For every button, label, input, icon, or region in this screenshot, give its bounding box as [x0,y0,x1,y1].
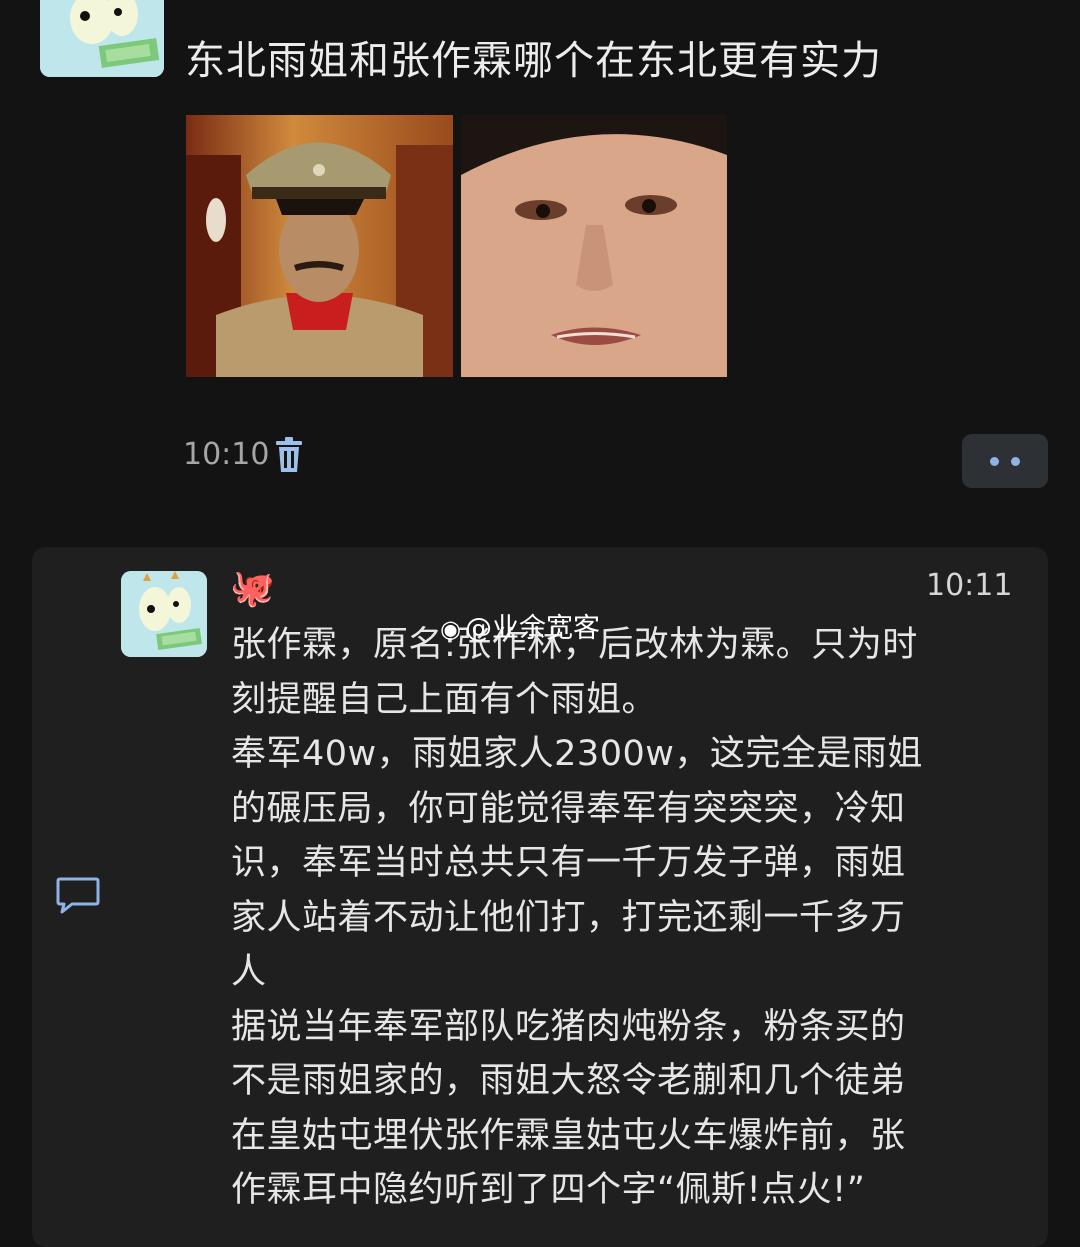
reply-line: 作霖耳中隐约听到了四个字“佩斯!点火!” [231,1170,866,1210]
reply-line: 张作霖，原名:张作林，后改林为霖。只为时 [231,625,918,665]
watermark: ◉ @业余宽客 [440,606,600,645]
reply-emoji: 🐙 [230,568,275,609]
post-avatar[interactable] [40,0,164,77]
reply-timestamp: 10:11 [926,568,1013,603]
post-image-general[interactable] [186,115,453,377]
reply-line: 奉军40w，雨姐家人2300w，这完全是雨姐 [231,734,923,774]
reply-avatar[interactable] [121,571,207,657]
reply-line: 刻提醒自己上面有个雨姐。 [231,679,658,720]
post-title: 东北雨姐和张作霖哪个在东北更有实力 [185,38,882,84]
reply-line: 识，奉军当时总共只有一千万发子弹，雨姐 [231,843,906,883]
reply-line: 在皇姑屯埋伏张作霖皇姑屯火车爆炸前，张 [231,1115,906,1156]
more-dot [1011,457,1020,466]
more-button[interactable] [962,434,1048,488]
weibo-icon: ◉ [440,615,461,643]
reply-line: 人 [231,952,267,992]
cartoon-avatar-icon [40,0,164,77]
comment-icon[interactable] [56,876,100,914]
cartoon-avatar-icon [121,571,207,657]
trash-icon[interactable] [275,437,303,473]
reply-line: 不是雨姐家的，雨姐大怒令老蒯和几个徒弟 [231,1061,906,1101]
post-image-face[interactable] [461,115,727,377]
reply-text: 张作霖，原名:张作林，后改林为霖。只为时 刻提醒自己上面有个雨姐。 奉军40w，… [231,618,1031,1218]
watermark-text: @业余宽客 [464,613,600,644]
post-timestamp: 10:10 [183,437,270,472]
reply-line: 据说当年奉军部队吃猪肉炖粉条，粉条买的 [231,1006,906,1047]
reply-line: 家人站着不动让他们打，打完还剩一千多万 [231,897,906,938]
more-dots-icon [990,457,999,466]
reply-line: 的碾压局，你可能觉得奉军有突突突，冷知 [231,788,906,829]
